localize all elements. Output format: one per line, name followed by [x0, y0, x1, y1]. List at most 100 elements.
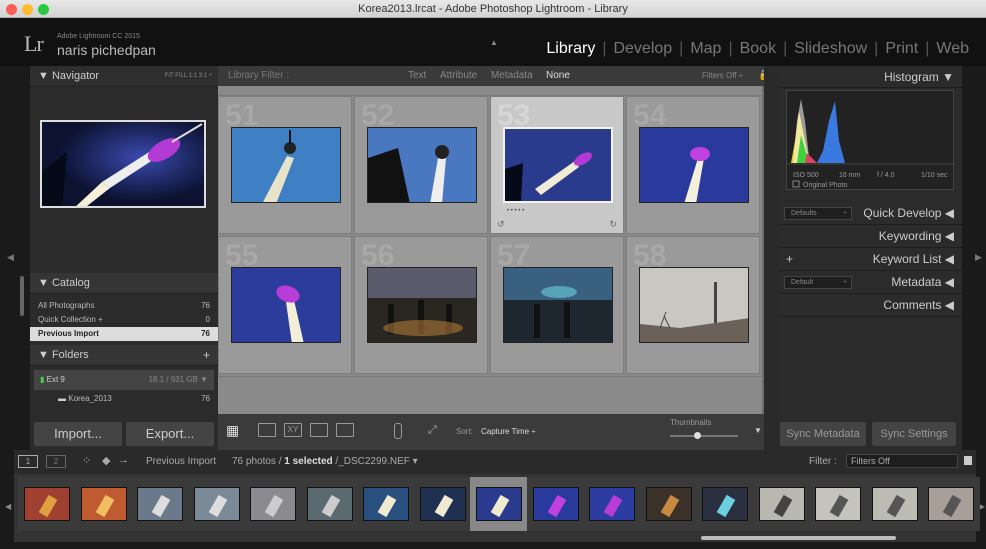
sync-settings-button[interactable]: Sync Settings — [872, 422, 956, 446]
grid-view-icon[interactable]: ▦ — [226, 423, 244, 437]
right-panel-toggle-icon[interactable]: ▶ — [975, 252, 982, 263]
compare-view-icon[interactable]: XY — [284, 423, 302, 437]
catalog-header[interactable]: ▼ Catalog — [30, 273, 218, 294]
filmstrip-thumbnail[interactable] — [702, 487, 748, 521]
quick-develop-header[interactable]: Defaults ÷ Quick Develop ◀ — [778, 202, 962, 225]
photo-thumbnail[interactable] — [231, 127, 341, 203]
module-book[interactable]: Book — [733, 40, 783, 58]
filmstrip-cell[interactable] — [526, 477, 585, 531]
filter-tab-attribute[interactable]: Attribute — [440, 66, 477, 86]
photo-thumbnail-selected[interactable] — [503, 127, 613, 203]
add-keyword-button[interactable]: + — [786, 248, 793, 271]
filmstrip-thumbnail[interactable] — [532, 487, 579, 521]
filmstrip-cell[interactable] — [74, 477, 133, 531]
rotate-left-icon[interactable]: ↺ — [497, 219, 505, 230]
filmstrip-thumbnail[interactable] — [589, 487, 635, 521]
left-panel-scrollbar[interactable] — [20, 276, 24, 316]
filmstrip-left-arrow-icon[interactable]: ◀ — [5, 502, 11, 511]
keyword-list-header[interactable]: + Keyword List ◀ — [778, 248, 962, 271]
filmstrip-thumbnail[interactable] — [80, 487, 127, 521]
catalog-item-quick-collection[interactable]: Quick Collection +0 — [30, 313, 218, 327]
filmstrip-thumbnail[interactable] — [758, 487, 805, 521]
grid-cell-selected[interactable]: 53 • • • • • ↺ ↻ — [490, 96, 624, 234]
filmstrip-cell[interactable] — [187, 477, 246, 531]
forward-arrow-icon[interactable]: → — [118, 454, 129, 466]
photo-thumbnail[interactable] — [639, 267, 749, 343]
filmstrip-thumbnail[interactable] — [250, 487, 296, 521]
navigator-preview[interactable] — [40, 120, 206, 208]
filmstrip-thumbnail[interactable] — [363, 487, 409, 521]
histogram-header[interactable]: Histogram ▼ — [778, 66, 962, 88]
filmstrip-cell[interactable] — [865, 477, 924, 531]
comments-header[interactable]: Comments ◀ — [778, 294, 962, 317]
export-button[interactable]: Export... — [126, 422, 214, 446]
navigator-zoom-options[interactable]: FIT FILL 1:1 3:1 ÷ — [165, 66, 212, 87]
spray-can-icon[interactable] — [394, 423, 402, 439]
grid-shortcut-icon[interactable]: ⁘ — [82, 454, 91, 467]
filmstrip-thumbnail[interactable] — [419, 487, 466, 521]
filmstrip-cell[interactable] — [922, 477, 980, 531]
photo-thumbnail[interactable] — [367, 127, 477, 203]
filmstrip-cell-selected[interactable] — [470, 477, 528, 531]
photo-thumbnail[interactable] — [639, 127, 749, 203]
grid-cell[interactable]: 52 — [354, 96, 488, 234]
filmstrip-thumbnail[interactable] — [306, 487, 353, 521]
filmstrip-cell[interactable] — [300, 477, 359, 531]
sort-select[interactable]: Capture Time ÷ — [481, 427, 536, 436]
module-web[interactable]: Web — [929, 40, 976, 58]
secondary-window-button[interactable]: 2 — [46, 455, 66, 468]
filmstrip-thumbnail[interactable] — [871, 487, 918, 521]
metadata-header[interactable]: Default ÷ Metadata ◀ — [778, 271, 962, 294]
filmstrip-filter-select[interactable]: Filters Off — [846, 454, 958, 468]
thumbnail-size-knob[interactable] — [694, 432, 702, 439]
filmstrip-thumbnail[interactable] — [645, 487, 692, 521]
collapse-top-arrow-icon[interactable]: ▲ — [490, 38, 498, 47]
rating-dots[interactable]: • • • • • — [507, 208, 524, 214]
filter-tab-none[interactable]: None — [546, 66, 570, 86]
photo-thumbnail[interactable] — [231, 267, 341, 343]
photo-thumbnail[interactable] — [503, 267, 613, 343]
filmstrip-cell[interactable] — [696, 477, 754, 531]
grid-cell[interactable]: 54 — [626, 96, 760, 234]
filmstrip-cell[interactable] — [809, 477, 867, 531]
grid-cell[interactable]: 51 — [218, 96, 352, 234]
toolbar-menu-arrow-icon[interactable]: ▼ — [754, 426, 762, 435]
add-folder-button[interactable]: + — [203, 345, 210, 366]
volume-row[interactable]: ▮ Ext 9 18.1 / 931 GB ▼ — [34, 370, 214, 390]
filmstrip-thumbnail[interactable] — [815, 487, 861, 521]
rotate-right-icon[interactable]: ↻ — [609, 219, 617, 230]
filter-status[interactable]: Filters Off ÷ — [702, 66, 743, 86]
back-arrow-icon[interactable]: ◆ — [102, 454, 110, 467]
sort-direction-icon[interactable]: ⤢ — [428, 424, 437, 437]
catalog-item-all-photographs[interactable]: All Photographs 76 — [30, 299, 218, 313]
filter-tab-text[interactable]: Text — [408, 66, 426, 86]
filter-tab-metadata[interactable]: Metadata — [491, 66, 533, 86]
folder-item-korea[interactable]: ▬ Korea_2013 76 — [30, 392, 218, 406]
thumbnail-size-slider[interactable] — [670, 432, 738, 439]
filmstrip-cell[interactable] — [357, 477, 415, 531]
filmstrip-cell[interactable] — [413, 477, 472, 531]
primary-window-button[interactable]: 1 — [18, 455, 38, 468]
sync-metadata-button[interactable]: Sync Metadata — [780, 422, 866, 446]
filmstrip-scrollbar[interactable] — [701, 536, 896, 540]
catalog-item-previous-import[interactable]: Previous Import 76 — [30, 327, 218, 341]
filmstrip-thumbnail[interactable] — [137, 487, 183, 521]
filmstrip-thumbnail[interactable] — [24, 487, 70, 521]
grid-cell[interactable]: 58 — [626, 236, 760, 374]
module-print[interactable]: Print — [878, 40, 925, 58]
original-photo-checkbox[interactable] — [792, 180, 800, 188]
keywording-header[interactable]: Keywording ◀ — [778, 225, 962, 248]
people-view-icon[interactable] — [336, 423, 354, 437]
import-button[interactable]: Import... — [34, 422, 122, 446]
quick-develop-preset[interactable]: Defaults ÷ — [784, 207, 852, 220]
module-develop[interactable]: Develop — [606, 40, 679, 58]
filmstrip-cell[interactable] — [244, 477, 302, 531]
filmstrip-thumbnail[interactable] — [193, 487, 240, 521]
module-library[interactable]: Library — [539, 40, 602, 58]
module-slideshow[interactable]: Slideshow — [787, 40, 874, 58]
survey-view-icon[interactable] — [310, 423, 328, 437]
filter-lock-switch-icon[interactable] — [964, 456, 972, 465]
filmstrip-cell[interactable] — [131, 477, 189, 531]
folders-header[interactable]: ▼ Folders + — [30, 345, 218, 366]
grid-cell[interactable]: 55 — [218, 236, 352, 374]
